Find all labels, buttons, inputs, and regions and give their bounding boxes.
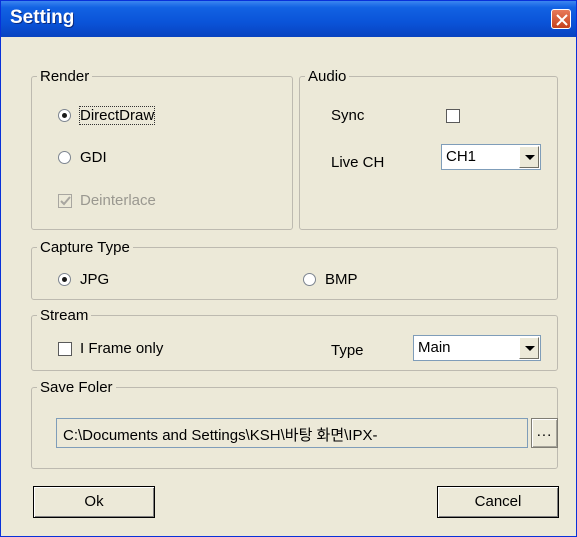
type-label: Type [331,342,364,359]
browse-label: ... [536,423,553,440]
chevron-down-icon[interactable] [519,146,539,168]
capture-type-group: Capture Type [31,239,558,300]
close-button[interactable] [551,9,571,29]
render-legend: Render [40,68,90,85]
chevron-down-icon[interactable] [519,337,539,359]
cancel-label: Cancel [474,493,522,510]
stream-type-select[interactable]: Main [413,335,541,361]
jpg-radio[interactable] [58,273,71,286]
deinterlace-checkbox [58,194,72,208]
iframe-only-label[interactable]: I Frame only [80,340,163,357]
audio-legend: Audio [308,68,347,85]
stream-legend: Stream [40,307,89,324]
stream-type-value: Main [418,339,451,356]
window-title: Setting [10,7,75,28]
ok-label: Ok [84,493,104,510]
capture-type-legend: Capture Type [40,239,130,256]
ok-button[interactable]: Ok [33,486,155,518]
save-folder-legend: Save Foler [40,379,113,396]
title-bar[interactable]: Setting [1,1,576,37]
live-ch-select[interactable]: CH1 [441,144,541,170]
live-ch-label: Live CH [331,154,385,171]
save-folder-path: C:\Documents and Settings\KSH\바탕 화면\IPX- [63,427,378,444]
close-icon [556,14,568,26]
directdraw-radio[interactable] [58,109,71,122]
cancel-button[interactable]: Cancel [437,486,559,518]
bmp-label[interactable]: BMP [325,271,358,288]
save-folder-path-field[interactable]: C:\Documents and Settings\KSH\바탕 화면\IPX- [56,418,528,448]
sync-checkbox[interactable] [446,109,460,123]
jpg-label[interactable]: JPG [80,271,109,288]
setting-dialog: Setting Render DirectDraw GDI Deinterlac… [0,0,577,537]
deinterlace-label: Deinterlace [80,192,156,209]
browse-button[interactable]: ... [531,418,558,448]
gdi-radio[interactable] [58,151,71,164]
directdraw-label[interactable]: DirectDraw [78,106,156,125]
gdi-label[interactable]: GDI [80,149,107,166]
iframe-only-checkbox[interactable] [58,342,72,356]
checkmark-icon [60,196,71,206]
live-ch-value: CH1 [446,148,477,165]
bmp-radio[interactable] [303,273,316,286]
sync-label: Sync [331,107,365,124]
